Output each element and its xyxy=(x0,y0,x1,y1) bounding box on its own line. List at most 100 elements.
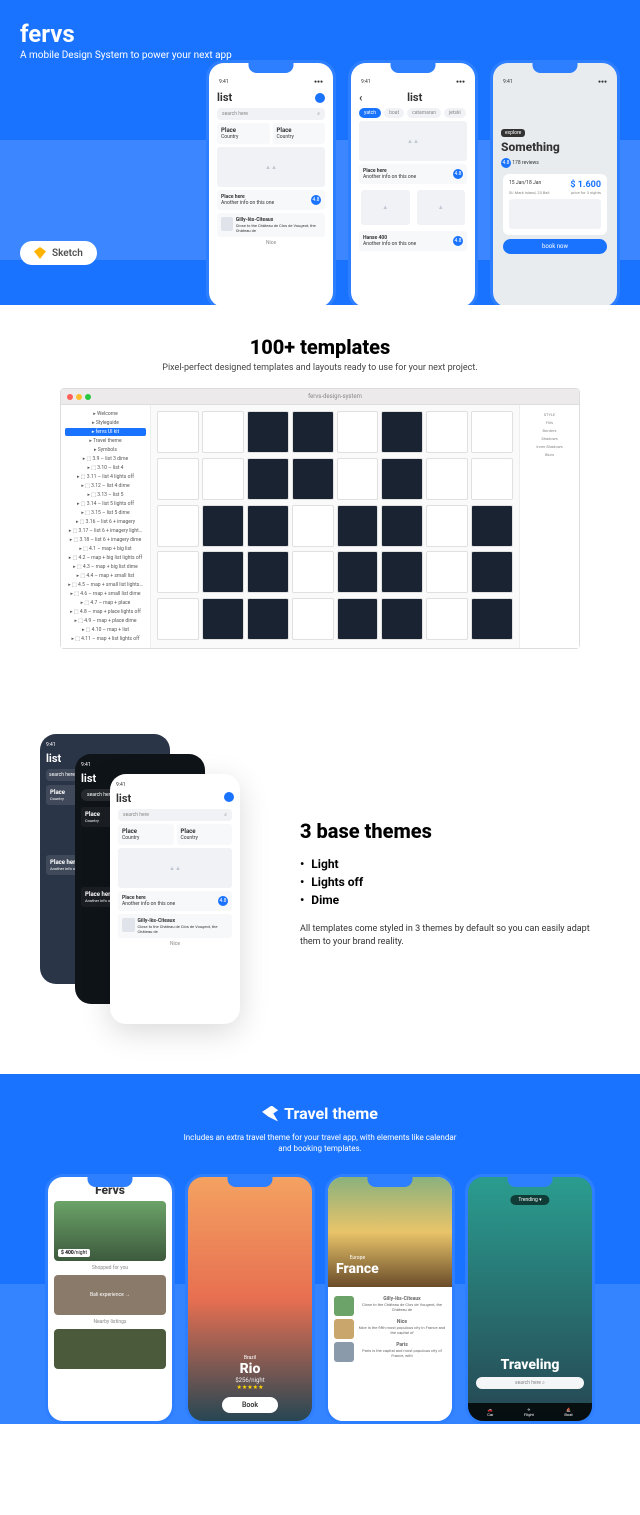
sidebar-item[interactable]: ▸ ⬚ 4.1 – map + big list xyxy=(65,545,146,553)
artboard[interactable] xyxy=(202,598,244,640)
back-icon[interactable]: ‹ xyxy=(359,91,362,104)
nav-boat[interactable]: ⛵Boat xyxy=(564,1407,572,1417)
artboard[interactable] xyxy=(292,505,334,547)
artboard[interactable] xyxy=(471,458,513,500)
list-item[interactable]: Gilly-lès-CîteauxClose to the Château de… xyxy=(334,1296,446,1316)
sidebar-item[interactable]: ▸ ⬚ 3.13 – list 5 xyxy=(65,491,146,499)
sidebar-item[interactable]: ▸ Travel theme xyxy=(65,437,146,445)
artboard[interactable] xyxy=(292,598,334,640)
sidebar-item[interactable]: ▸ ⬚ 4.9 – map + place dime xyxy=(65,617,146,625)
sidebar-item[interactable]: ▸ ⬚ 4.3 – map + big list dime xyxy=(65,563,146,571)
artboard[interactable] xyxy=(247,551,289,593)
sidebar-item[interactable]: ▸ ⬚ 4.8 – map + place lights off xyxy=(65,608,146,616)
theme-item: Light xyxy=(300,857,600,871)
artboard[interactable] xyxy=(202,505,244,547)
artboard[interactable] xyxy=(202,411,244,453)
sidebar-item[interactable]: ▸ ⬚ 4.2 – map + big list lights off xyxy=(65,554,146,562)
list-item[interactable]: Place hereAnother info on this one4.8 xyxy=(359,164,467,184)
price: $ 1.600 xyxy=(570,180,601,190)
artboard[interactable] xyxy=(426,505,468,547)
artboard[interactable] xyxy=(337,551,379,593)
sidebar-item[interactable]: ▸ ⬚ 4.4 – map + small list xyxy=(65,572,146,580)
date-range[interactable]: 15 Jan/18 Jan xyxy=(509,180,541,190)
artboard[interactable] xyxy=(381,551,423,593)
artboard[interactable] xyxy=(426,458,468,500)
sidebar-item[interactable]: ▸ ⬚ 3.14 – list 5 lights off xyxy=(65,500,146,508)
artboard[interactable] xyxy=(247,458,289,500)
artboard[interactable] xyxy=(157,458,199,500)
artboard-canvas[interactable] xyxy=(151,405,519,648)
list-item[interactable]: Nice xyxy=(215,240,327,246)
search-input[interactable]: search here ⌕ xyxy=(476,1377,584,1389)
sidebar-item[interactable]: ▸ ⬚ 3.16 – list 6 + imagery xyxy=(65,518,146,526)
artboard[interactable] xyxy=(157,598,199,640)
artboard[interactable] xyxy=(292,458,334,500)
sidebar-item[interactable]: ▸ Welcome xyxy=(65,410,146,418)
artboard[interactable] xyxy=(157,551,199,593)
artboard[interactable] xyxy=(426,411,468,453)
window-controls[interactable] xyxy=(67,394,91,400)
pages-sidebar: ▸ Welcome▸ Styleguide▸ fervs UI kit▸ Tra… xyxy=(61,405,151,648)
travel-phone-rio: Brazil Rio $256/night ★★★★★ Book xyxy=(185,1174,315,1424)
list-item[interactable]: ParisParis is the capital and most popul… xyxy=(334,1342,446,1362)
artboard[interactable] xyxy=(337,411,379,453)
artboard[interactable] xyxy=(202,458,244,500)
sidebar-item[interactable]: ▸ ⬚ 4.10 – map + list xyxy=(65,626,146,634)
pill-jetski[interactable]: jetski xyxy=(444,108,466,118)
rating-badge: 4.8 xyxy=(501,158,511,168)
artboard[interactable] xyxy=(426,598,468,640)
artboard[interactable] xyxy=(337,598,379,640)
trending-pill[interactable]: Trending ▾ xyxy=(510,1195,549,1205)
artboard[interactable] xyxy=(381,411,423,453)
artboard[interactable] xyxy=(247,598,289,640)
artboard[interactable] xyxy=(247,411,289,453)
artboard[interactable] xyxy=(337,505,379,547)
artboard[interactable] xyxy=(157,411,199,453)
artboard[interactable] xyxy=(381,458,423,500)
themes-section: 9:41 list search here PlaceCountry Place… xyxy=(0,694,640,1074)
artboard[interactable] xyxy=(381,598,423,640)
map-placeholder[interactable] xyxy=(509,199,601,229)
book-button[interactable]: Book xyxy=(222,1397,278,1413)
sidebar-item[interactable]: ▸ ⬚ 3.9 – list 3 dime xyxy=(65,455,146,463)
sidebar-item[interactable]: ▸ Symbols xyxy=(65,446,146,454)
list-item[interactable]: NiceNice is the fifth most populous city… xyxy=(334,1319,446,1339)
sidebar-item[interactable]: ▸ ⬚ 3.10 – list 4 xyxy=(65,464,146,472)
search-input[interactable]: search here⌕ xyxy=(217,108,325,120)
book-button[interactable]: book now xyxy=(503,239,607,254)
artboard[interactable] xyxy=(471,505,513,547)
artboard[interactable] xyxy=(381,505,423,547)
nav-flight[interactable]: ✈Flight xyxy=(524,1407,534,1417)
theme-item: Dime xyxy=(300,893,600,907)
artboard[interactable] xyxy=(471,411,513,453)
list-item[interactable]: Gilly-lès-CîteauxClose to the Château de… xyxy=(217,213,325,237)
sidebar-item[interactable]: ▸ fervs UI kit xyxy=(65,428,146,436)
place-card[interactable]: PlaceCountry xyxy=(273,123,326,144)
sidebar-item[interactable]: ▸ ⬚ 4.6 – map + small list dime xyxy=(65,590,146,598)
pill-catamaran[interactable]: catamaran xyxy=(407,108,441,118)
sidebar-item[interactable]: ▸ ⬚ 4.5 – map + small list lights… xyxy=(65,581,146,589)
list-item[interactable]: Place hereAnother info on this one4.8 xyxy=(217,190,325,210)
pill-yatch[interactable]: yatch xyxy=(359,108,381,118)
artboard[interactable] xyxy=(337,458,379,500)
sidebar-item[interactable]: ▸ ⬚ 3.12 – list 4 dime xyxy=(65,482,146,490)
artboard[interactable] xyxy=(157,505,199,547)
artboard[interactable] xyxy=(202,551,244,593)
sidebar-item[interactable]: ▸ ⬚ 4.11 – map + list lights off xyxy=(65,635,146,643)
artboard[interactable] xyxy=(292,411,334,453)
artboard[interactable] xyxy=(426,551,468,593)
artboard[interactable] xyxy=(471,551,513,593)
nav-car[interactable]: 🚗Car xyxy=(487,1407,493,1417)
sidebar-item[interactable]: ▸ ⬚ 4.7 – map + place xyxy=(65,599,146,607)
pill-boat[interactable]: boat xyxy=(384,108,404,118)
sidebar-item[interactable]: ▸ ⬚ 3.17 – list 6 + imagery light… xyxy=(65,527,146,535)
list-item[interactable]: Hanse 400Another info on this one4.8 xyxy=(359,231,467,251)
sidebar-item[interactable]: ▸ ⬚ 3.18 – list 6 + imagery dime xyxy=(65,536,146,544)
artboard[interactable] xyxy=(292,551,334,593)
place-card[interactable]: PlaceCountry xyxy=(217,123,270,144)
sidebar-item[interactable]: ▸ Styleguide xyxy=(65,419,146,427)
sidebar-item[interactable]: ▸ ⬚ 3.11 – list 4 lights off xyxy=(65,473,146,481)
sidebar-item[interactable]: ▸ ⬚ 3.15 – list 5 dime xyxy=(65,509,146,517)
artboard[interactable] xyxy=(471,598,513,640)
artboard[interactable] xyxy=(247,505,289,547)
